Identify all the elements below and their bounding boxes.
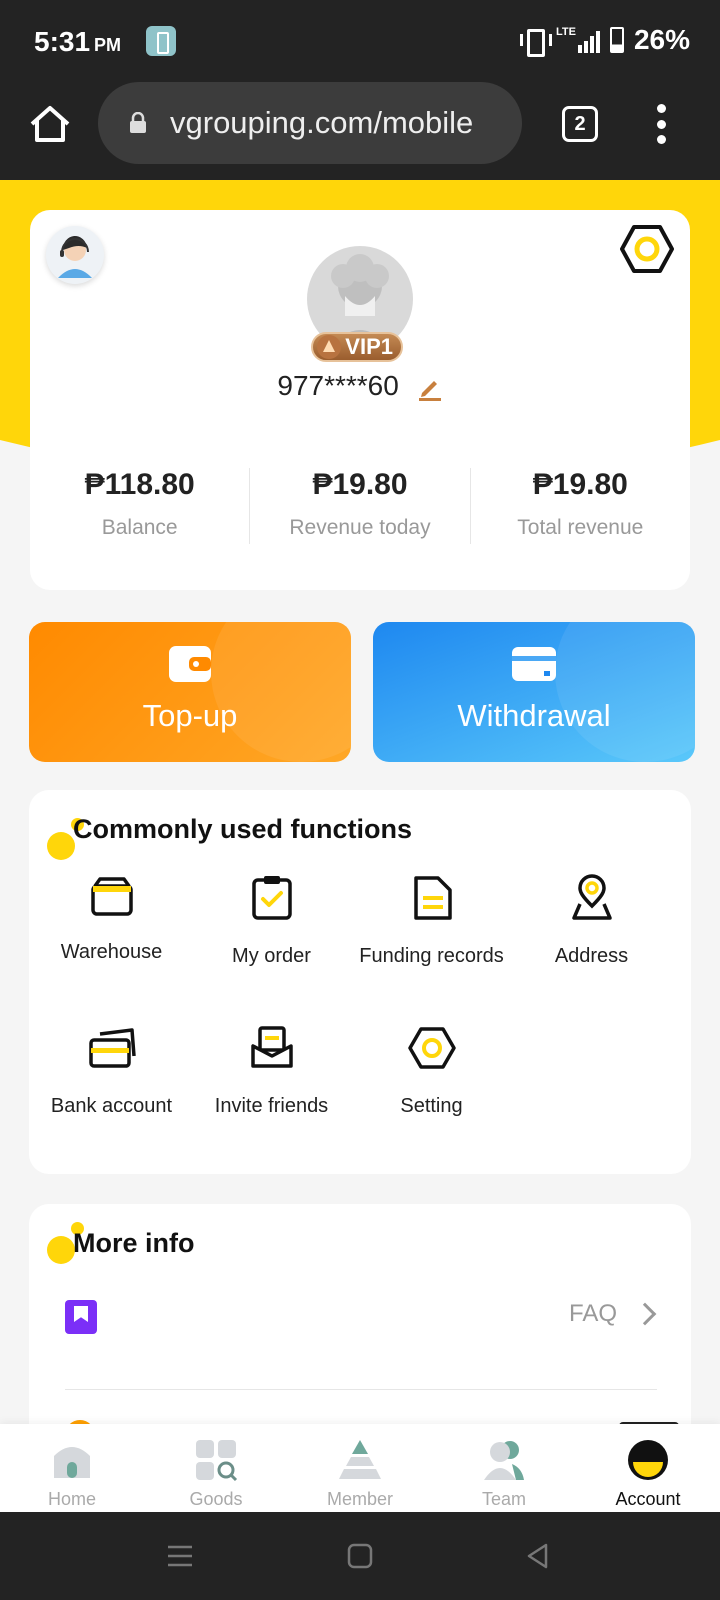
stat-label: Balance [101, 516, 178, 539]
vibrate-icon [519, 27, 552, 57]
nav-team[interactable]: Team [432, 1424, 576, 1512]
function-invite-friends[interactable]: Invite friends [189, 1024, 354, 1118]
url-bar[interactable]: vgrouping.com/mobile [98, 82, 522, 164]
withdrawal-button[interactable]: Withdrawal [373, 622, 695, 762]
profile-card: VIP1 977****60 ₱118.80 Balance ₱19.80 Re… [30, 210, 690, 590]
function-setting[interactable]: Setting [349, 1024, 514, 1118]
bookmark-icon [65, 1300, 97, 1334]
nav-label: Account [615, 1489, 681, 1509]
topup-button[interactable]: Top-up [29, 622, 351, 762]
recent-apps-icon[interactable] [166, 1542, 194, 1570]
more-info-title: More info [73, 1228, 195, 1258]
customer-service-icon[interactable] [46, 226, 104, 284]
stat-label: Total revenue [517, 516, 644, 539]
location-pin-icon [571, 874, 612, 920]
home-square-icon[interactable] [346, 1542, 374, 1570]
function-label: Warehouse [60, 941, 163, 963]
network-type: LTE [555, 26, 576, 38]
signal-icon: LTE [556, 27, 600, 53]
chevron-right-icon [633, 1302, 657, 1326]
functions-title: Commonly used functions [73, 814, 413, 844]
vip-badge: VIP1 [311, 332, 403, 362]
nav-label: Member [326, 1489, 393, 1509]
edit-pencil-icon[interactable] [417, 375, 443, 401]
system-nav-bar [0, 1512, 720, 1600]
settings-hexagon-icon[interactable] [620, 224, 674, 274]
nav-goods[interactable]: Goods [144, 1424, 288, 1512]
function-label: Bank account [50, 1095, 173, 1117]
nav-label: Team [481, 1489, 526, 1509]
warehouse-icon [90, 877, 133, 916]
home-icon[interactable] [28, 102, 72, 146]
earnings-stats: ₱118.80 Balance ₱19.80 Revenue today ₱19… [30, 468, 690, 544]
browser-toolbar: vgrouping.com/mobile 2 [0, 82, 720, 180]
status-bar: 5:31 PM LTE 26% [0, 0, 720, 82]
nav-home[interactable]: Home [0, 1424, 144, 1512]
nav-account[interactable]: Account [576, 1424, 720, 1512]
clipboard-check-icon [251, 876, 292, 920]
notification-app-icon [146, 26, 176, 56]
username: 977****60 [277, 370, 399, 401]
bottom-nav: Home Goods Member Team Account [0, 1424, 720, 1512]
member-pyramid-icon [339, 1440, 381, 1479]
function-label: Address [554, 945, 629, 967]
nav-member[interactable]: Member [288, 1424, 432, 1512]
card-icon [512, 647, 556, 681]
section-dot-decor [47, 832, 75, 860]
wallet-icon [169, 646, 211, 682]
stat-revenue-today: ₱19.80 Revenue today [249, 468, 469, 544]
bank-card-icon [88, 1028, 136, 1068]
team-icon [484, 1441, 524, 1480]
battery-level: 26% [633, 24, 690, 55]
username-row: 977****60 [30, 370, 690, 402]
function-label: Funding records [359, 945, 504, 967]
stat-value: ₱19.80 [312, 468, 408, 501]
stat-total-revenue: ₱19.80 Total revenue [469, 468, 690, 544]
faq-row[interactable]: FAQ [65, 1300, 657, 1390]
home-icon [54, 1447, 90, 1478]
faq-label: FAQ [568, 1300, 617, 1327]
function-my-order[interactable]: My order [189, 874, 354, 968]
function-address[interactable]: Address [509, 874, 674, 968]
overflow-menu-icon[interactable] [655, 104, 667, 144]
function-warehouse[interactable]: Warehouse [29, 874, 194, 964]
goods-grid-icon [196, 1440, 238, 1482]
account-icon [628, 1440, 668, 1480]
section-dot-decor [47, 1236, 75, 1264]
envelope-icon [250, 1026, 293, 1068]
hexagon-settings-icon [407, 1027, 456, 1069]
function-label: Invite friends [214, 1095, 329, 1117]
stat-value: ₱19.80 [532, 468, 628, 501]
status-time: 5:31 PM [34, 26, 122, 57]
lock-icon [130, 112, 146, 133]
function-label: Setting [400, 1095, 463, 1117]
nav-label: Goods [189, 1489, 243, 1509]
url-text: vgrouping.com/mobile [170, 105, 474, 140]
functions-card: Commonly used functions Warehouse My ord… [29, 790, 691, 1174]
function-bank-account[interactable]: Bank account [29, 1024, 194, 1118]
nav-label: Home [47, 1489, 96, 1509]
back-icon[interactable] [524, 1542, 552, 1570]
stat-label: Revenue today [289, 516, 431, 539]
document-icon [413, 876, 452, 920]
tab-switcher-button[interactable]: 2 [562, 106, 598, 142]
function-label: My order [232, 945, 311, 967]
stat-value: ₱118.80 [84, 468, 195, 501]
battery-icon [609, 27, 624, 53]
function-funding-records[interactable]: Funding records [349, 874, 514, 968]
stat-balance: ₱118.80 Balance [30, 468, 249, 544]
